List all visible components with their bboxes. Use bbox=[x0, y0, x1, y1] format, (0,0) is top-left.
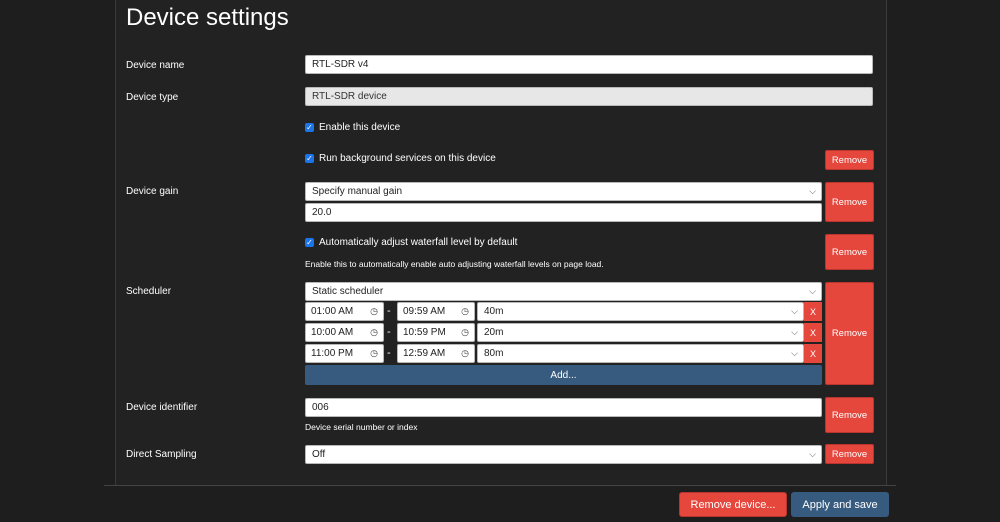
schedule-profile-select[interactable]: 20m ⌵ bbox=[477, 323, 804, 342]
device-identifier-label: Device identifier bbox=[126, 402, 198, 413]
end-time-value: 09:59 AM bbox=[403, 306, 446, 317]
remove-auto-waterfall-button[interactable]: Remove bbox=[825, 234, 874, 270]
background-services-label: Run background services on this device bbox=[319, 153, 496, 164]
delete-schedule-entry-button[interactable]: X bbox=[804, 344, 822, 363]
delete-schedule-entry-button[interactable]: X bbox=[804, 302, 822, 321]
clock-icon: ◷ bbox=[461, 327, 469, 337]
clock-icon: ◷ bbox=[461, 306, 469, 316]
profile-value: 20m bbox=[484, 327, 504, 338]
footer-divider bbox=[104, 485, 896, 486]
apply-and-save-button[interactable]: Apply and save bbox=[791, 492, 889, 517]
device-type-label: Device type bbox=[126, 92, 179, 103]
device-identifier-hint: Device serial number or index bbox=[305, 422, 418, 432]
start-time-value: 11:00 PM bbox=[311, 348, 354, 359]
delete-schedule-entry-button[interactable]: X bbox=[804, 323, 822, 342]
direct-sampling-value: Off bbox=[312, 449, 326, 460]
checkmark-icon: ✓ bbox=[305, 122, 314, 132]
device-name-label: Device name bbox=[126, 60, 185, 71]
gain-mode-select[interactable]: Specify manual gain ⌵ bbox=[305, 182, 822, 201]
direct-sampling-select[interactable]: Off ⌵ bbox=[305, 445, 822, 464]
auto-waterfall-label: Automatically adjust waterfall level by … bbox=[319, 237, 518, 248]
chevron-down-icon: ⌵ bbox=[791, 347, 798, 358]
clock-icon: ◷ bbox=[461, 348, 469, 358]
gain-value-input[interactable]: 20.0 bbox=[305, 203, 822, 222]
remove-direct-sampling-button[interactable]: Remove bbox=[825, 444, 874, 464]
range-separator: - bbox=[387, 347, 391, 359]
auto-waterfall-checkbox[interactable]: ✓ Automatically adjust waterfall level b… bbox=[305, 237, 517, 248]
schedule-profile-select[interactable]: 80m ⌵ bbox=[477, 344, 804, 363]
scheduler-type-select[interactable]: Static scheduler ⌵ bbox=[305, 282, 822, 301]
add-schedule-entry-button[interactable]: Add... bbox=[305, 365, 822, 385]
profile-value: 80m bbox=[484, 348, 504, 359]
profile-value: 40m bbox=[484, 306, 504, 317]
schedule-end-time[interactable]: 09:59 AM ◷ bbox=[397, 302, 475, 321]
chevron-down-icon: ⌵ bbox=[809, 185, 816, 196]
checkmark-icon: ✓ bbox=[305, 153, 314, 163]
schedule-end-time[interactable]: 10:59 PM ◷ bbox=[397, 323, 475, 342]
schedule-start-time[interactable]: 01:00 AM ◷ bbox=[305, 302, 384, 321]
clock-icon: ◷ bbox=[370, 327, 378, 337]
schedule-end-time[interactable]: 12:59 AM ◷ bbox=[397, 344, 475, 363]
end-time-value: 10:59 PM bbox=[403, 327, 446, 338]
device-type-field: RTL-SDR device bbox=[305, 87, 873, 106]
start-time-value: 01:00 AM bbox=[311, 306, 354, 317]
remove-background-services-button[interactable]: Remove bbox=[825, 150, 874, 170]
clock-icon: ◷ bbox=[370, 348, 378, 358]
remove-scheduler-button[interactable]: Remove bbox=[825, 282, 874, 385]
remove-device-identifier-button[interactable]: Remove bbox=[825, 397, 874, 433]
chevron-down-icon: ⌵ bbox=[791, 305, 798, 316]
enable-device-label: Enable this device bbox=[319, 122, 401, 133]
device-identifier-input[interactable]: 006 bbox=[305, 398, 822, 417]
auto-waterfall-hint: Enable this to automatically enable auto… bbox=[305, 259, 604, 269]
scheduler-label: Scheduler bbox=[126, 286, 172, 297]
schedule-profile-select[interactable]: 40m ⌵ bbox=[477, 302, 804, 321]
enable-device-checkbox[interactable]: ✓ Enable this device bbox=[305, 122, 400, 133]
schedule-start-time[interactable]: 11:00 PM ◷ bbox=[305, 344, 384, 363]
chevron-down-icon: ⌵ bbox=[809, 448, 816, 459]
chevron-down-icon: ⌵ bbox=[809, 285, 816, 296]
chevron-down-icon: ⌵ bbox=[791, 326, 798, 337]
scheduler-type-value: Static scheduler bbox=[312, 286, 384, 297]
direct-sampling-label: Direct Sampling bbox=[126, 449, 197, 460]
device-name-input[interactable]: RTL-SDR v4 bbox=[305, 55, 873, 74]
background-services-checkbox[interactable]: ✓ Run background services on this device bbox=[305, 153, 496, 164]
remove-device-gain-button[interactable]: Remove bbox=[825, 182, 874, 222]
device-name-value: RTL-SDR v4 bbox=[312, 59, 369, 70]
gain-mode-value: Specify manual gain bbox=[312, 186, 403, 197]
range-separator: - bbox=[387, 305, 391, 317]
remove-device-button[interactable]: Remove device... bbox=[679, 492, 787, 517]
gain-value: 20.0 bbox=[312, 207, 332, 218]
clock-icon: ◷ bbox=[370, 306, 378, 316]
device-type-value: RTL-SDR device bbox=[312, 91, 387, 102]
device-gain-label: Device gain bbox=[126, 186, 179, 197]
device-identifier-value: 006 bbox=[312, 402, 329, 413]
page-title: Device settings bbox=[126, 4, 289, 31]
checkmark-icon: ✓ bbox=[305, 237, 314, 247]
end-time-value: 12:59 AM bbox=[403, 348, 446, 359]
range-separator: - bbox=[387, 326, 391, 338]
start-time-value: 10:00 AM bbox=[311, 327, 354, 338]
schedule-start-time[interactable]: 10:00 AM ◷ bbox=[305, 323, 384, 342]
